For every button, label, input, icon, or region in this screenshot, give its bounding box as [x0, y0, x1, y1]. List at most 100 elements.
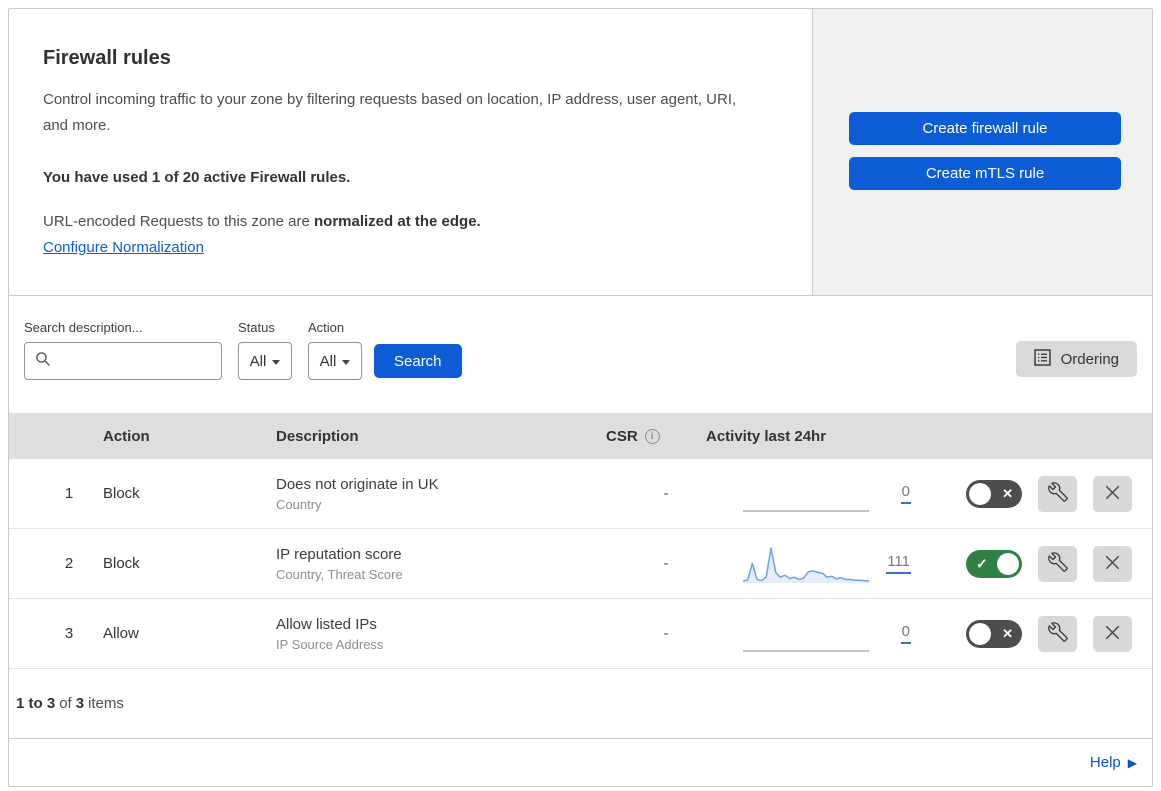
toggle-knob — [997, 552, 1019, 575]
rule-csr: - — [663, 485, 669, 502]
status-dropdown-value: All — [249, 352, 267, 370]
action-field: Action All — [308, 320, 362, 380]
search-input[interactable] — [58, 352, 221, 370]
rule-fields: Country — [276, 496, 322, 512]
close-icon — [1104, 624, 1121, 644]
status-label: Status — [238, 320, 275, 335]
rule-description: Does not originate in UK — [276, 475, 439, 493]
create-mtls-rule-button[interactable]: Create mTLS rule — [849, 157, 1121, 190]
normalization-bold: normalized at the edge. — [314, 212, 481, 230]
edit-rule-button[interactable] — [1038, 475, 1077, 512]
info-icon: i — [644, 428, 660, 444]
activity-count-link[interactable]: 0 — [900, 483, 911, 504]
rule-controls: ✕ — [921, 475, 1152, 512]
activity-sparkline-empty — [743, 612, 869, 656]
page-description: Control incoming traffic to your zone by… — [43, 91, 737, 135]
help-link[interactable]: Help ▶ — [1090, 754, 1137, 771]
header-action: Action — [103, 427, 150, 445]
table-header: Action Description CSR i Activity last 2… — [9, 413, 1152, 459]
ordering-button[interactable]: Ordering — [1015, 341, 1137, 377]
search-label: Search description... — [24, 320, 143, 335]
actions-panel: Create firewall rule Create mTLS rule — [813, 9, 1152, 295]
table-row: 2 Block IP reputation score Country, Thr… — [9, 529, 1152, 599]
pagination-total: 3 — [75, 695, 85, 712]
rule-action: Block — [103, 485, 140, 502]
close-icon — [1104, 484, 1121, 504]
help-arrow-icon: ▶ — [1127, 755, 1137, 770]
rule-action: Allow — [103, 625, 139, 642]
pagination-of: of — [59, 695, 72, 712]
rule-activity-cell: 111 — [706, 542, 921, 586]
rule-csr: - — [663, 555, 669, 572]
configure-normalization-link[interactable]: Configure Normalization — [43, 239, 204, 256]
edit-rule-button[interactable] — [1038, 545, 1077, 582]
search-input-wrap — [24, 342, 222, 380]
header-csr-label: CSR — [606, 427, 638, 445]
rule-index: 3 — [64, 625, 74, 642]
help-bar: Help ▶ — [9, 739, 1152, 786]
activity-count-link[interactable]: 0 — [900, 623, 911, 644]
header-card: Firewall rules Control incoming traffic … — [9, 9, 813, 295]
chevron-down-icon — [342, 359, 351, 365]
pagination-summary: 1 to 3 of 3 items — [9, 669, 1152, 739]
header-csr: CSR i — [606, 428, 706, 445]
normalization-prefix: URL-encoded Requests to this zone are — [43, 212, 314, 230]
toggle-off-icon: ✕ — [1002, 485, 1013, 501]
rule-description: IP reputation score — [276, 545, 402, 563]
usage-note: You have used 1 of 20 active Firewall ru… — [43, 168, 351, 186]
table-row: 1 Block Does not originate in UK Country… — [9, 459, 1152, 529]
rule-enable-toggle[interactable]: ✓ — [966, 549, 1022, 578]
wrench-icon — [1047, 482, 1068, 505]
activity-sparkline-empty — [743, 472, 869, 516]
top-section: Firewall rules Control incoming traffic … — [9, 9, 1152, 296]
filter-controls: Search description... Status All Action — [24, 320, 462, 380]
action-dropdown[interactable]: All — [308, 342, 362, 380]
firewall-rules-page: Firewall rules Control incoming traffic … — [8, 8, 1153, 787]
header-activity: Activity last 24hr — [706, 427, 827, 445]
toggle-knob — [969, 482, 991, 505]
create-firewall-rule-button[interactable]: Create firewall rule — [849, 112, 1121, 145]
rule-controls: ✓ — [921, 545, 1152, 582]
rule-enable-toggle[interactable]: ✕ — [966, 619, 1022, 648]
action-dropdown-value: All — [319, 352, 337, 370]
ordering-list-icon — [1033, 348, 1051, 370]
toggle-knob — [969, 622, 991, 645]
rule-index: 2 — [64, 555, 74, 572]
close-icon — [1104, 554, 1121, 574]
normalization-note: URL-encoded Requests to this zone are no… — [43, 213, 772, 230]
toggle-off-icon: ✕ — [1002, 625, 1013, 641]
rule-description-cell: Does not originate in UK Country — [276, 476, 606, 512]
action-label: Action — [308, 320, 345, 335]
wrench-icon — [1047, 552, 1068, 575]
delete-rule-button[interactable] — [1093, 475, 1132, 512]
pagination-range: 1 to 3 — [16, 695, 56, 712]
status-field: Status All — [238, 320, 292, 380]
table-row: 3 Allow Allow listed IPs IP Source Addre… — [9, 599, 1152, 669]
activity-count-link[interactable]: 111 — [886, 553, 911, 574]
activity-sparkline — [743, 542, 869, 586]
ordering-button-label: Ordering — [1060, 350, 1119, 368]
rule-activity-cell: 0 — [706, 472, 921, 516]
delete-rule-button[interactable] — [1093, 615, 1132, 652]
rule-description: Allow listed IPs — [276, 615, 377, 633]
status-dropdown[interactable]: All — [238, 342, 292, 380]
rule-description-cell: IP reputation score Country, Threat Scor… — [276, 546, 606, 582]
search-icon — [35, 351, 51, 371]
filter-bar: Search description... Status All Action — [9, 296, 1152, 413]
rule-description-cell: Allow listed IPs IP Source Address — [276, 616, 606, 652]
rule-activity-cell: 0 — [706, 612, 921, 656]
search-field: Search description... — [24, 320, 222, 380]
header-description: Description — [276, 427, 359, 445]
rule-enable-toggle[interactable]: ✕ — [966, 479, 1022, 508]
search-button[interactable]: Search — [374, 344, 462, 378]
chevron-down-icon — [272, 359, 281, 365]
rule-fields: Country, Threat Score — [276, 566, 403, 582]
wrench-icon — [1047, 622, 1068, 645]
rule-controls: ✕ — [921, 615, 1152, 652]
page-title: Firewall rules — [43, 47, 171, 69]
toggle-check-icon: ✓ — [976, 555, 988, 571]
help-link-label: Help — [1089, 754, 1121, 771]
edit-rule-button[interactable] — [1038, 615, 1077, 652]
rule-fields: IP Source Address — [276, 636, 384, 652]
delete-rule-button[interactable] — [1093, 545, 1132, 582]
